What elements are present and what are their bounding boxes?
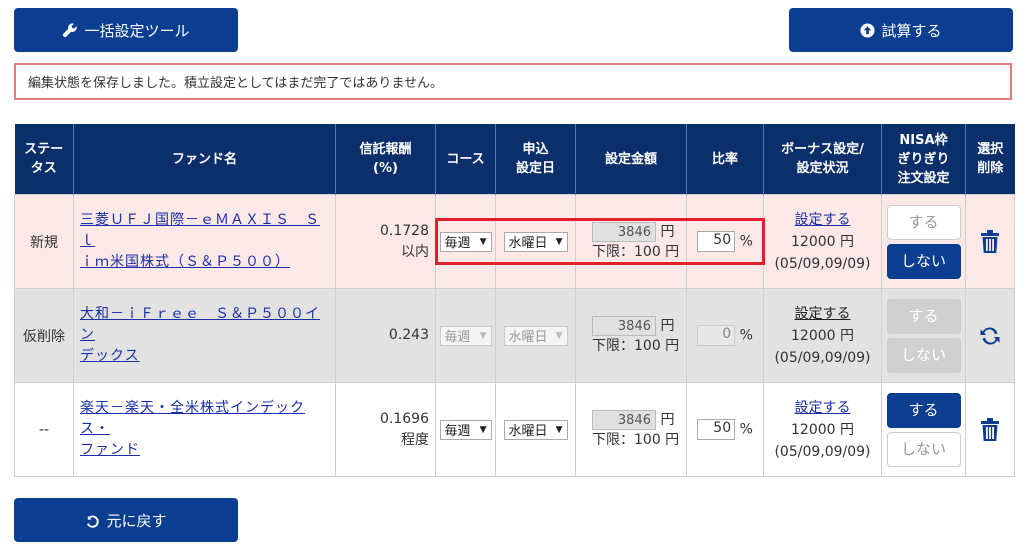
amount-cell: 3846 円 下限：100 円 xyxy=(575,382,687,477)
date-select: 水曜日 ▼ xyxy=(503,325,568,346)
bulk-setting-label: 一括設定ツール xyxy=(84,21,190,40)
date-cell: 水曜日 ▼ xyxy=(495,288,576,383)
course-select: 毎週 ▼ xyxy=(439,325,492,346)
action-cell xyxy=(965,382,1015,477)
trash-icon[interactable] xyxy=(981,417,999,441)
col-header-course: コース xyxy=(435,124,496,195)
calculate-button[interactable]: 試算する xyxy=(789,8,1013,52)
undo-icon xyxy=(85,513,100,528)
course-cell: 毎週 ▼ xyxy=(435,382,496,477)
ratio-input: 0 xyxy=(697,325,736,346)
col-header-amount: 設定金額 xyxy=(575,124,687,195)
bonus-amount: 12000 円 xyxy=(791,327,854,344)
status-cell: -- xyxy=(14,382,74,477)
fee-cell: 0.1728 以内 xyxy=(335,194,436,289)
fund-link[interactable]: 大和－ｉＦｒｅｅ Ｓ＆Ｐ５００イン デックス xyxy=(80,306,320,364)
fund-link[interactable]: 楽天－楽天・全米株式インデックス・ ファンド xyxy=(80,400,305,458)
nisa-cell: する しない xyxy=(881,382,966,477)
col-header-bonus: ボーナス設定/設定状況 xyxy=(763,124,882,195)
action-cell xyxy=(965,194,1015,289)
dropdown-arrow-icon: ▼ xyxy=(479,330,487,341)
amount-cell: 3846 円 下限：100 円 xyxy=(575,288,687,383)
date-cell: 水曜日 ▼ xyxy=(495,382,576,477)
course-cell: 毎週 ▼ xyxy=(435,288,496,383)
ratio-cell: 0 % xyxy=(686,288,764,383)
bonus-amount: 12000 円 xyxy=(791,233,854,250)
dropdown-arrow-icon: ▼ xyxy=(555,330,563,341)
col-header-nisa: NISA枠 ぎりぎり 注文設定 xyxy=(881,124,966,195)
date-select[interactable]: 水曜日 ▼ xyxy=(503,419,568,440)
fund-cell: 三菱ＵＦＪ国際－ｅＭＡＸＩＳ Ｓｌ ｉｍ米国株式（Ｓ＆Ｐ５００） xyxy=(73,194,336,289)
bonus-cell: 設定する 12000 円 (05/09,09/09) xyxy=(763,194,882,289)
fund-cell: 大和－ｉＦｒｅｅ Ｓ＆Ｐ５００イン デックス xyxy=(73,288,336,383)
amount-minimum: 下限：100 円 xyxy=(592,337,680,354)
nisa-on-button[interactable]: する xyxy=(886,392,961,428)
table-header-row: ステー タス ファンド名 信託報酬 (%) コース 申込 設定日 設定金額 比率 ボー… xyxy=(14,124,1015,195)
bonus-dates: (05/09,09/09) xyxy=(774,443,871,460)
dropdown-arrow-icon: ▼ xyxy=(555,424,563,435)
nisa-cell: する しない xyxy=(881,194,966,289)
bonus-dates: (05/09,09/09) xyxy=(774,255,871,272)
col-header-date: 申込 設定日 xyxy=(495,124,576,195)
nisa-cell: する しない xyxy=(881,288,966,383)
bonus-setting-link[interactable]: 設定する xyxy=(795,212,851,228)
nisa-off-button[interactable]: しない xyxy=(886,431,961,467)
calculate-label: 試算する xyxy=(881,21,942,40)
ratio-cell: 50 % xyxy=(686,382,764,477)
highlight-box xyxy=(435,218,765,265)
status-cell: 新規 xyxy=(14,194,74,289)
col-header-ratio: 比率 xyxy=(686,124,764,195)
fee-cell: 0.1696 程度 xyxy=(335,382,436,477)
fund-settings-table: ステー タス ファンド名 信託報酬 (%) コース 申込 設定日 設定金額 比率 ボー… xyxy=(14,124,1015,477)
fee-cell: 0.243 xyxy=(335,288,436,383)
bonus-cell: 設定する 12000 円 (05/09,09/09) xyxy=(763,288,882,383)
col-header-status: ステー タス xyxy=(14,124,74,195)
action-cell xyxy=(965,288,1015,383)
col-header-fee: 信託報酬 (%) xyxy=(335,124,436,195)
col-header-fund: ファンド名 xyxy=(73,124,336,195)
col-header-action: 選択 削除 xyxy=(965,124,1015,195)
bonus-setting-link[interactable]: 設定する xyxy=(795,306,851,322)
bulk-setting-tool-button[interactable]: 一括設定ツール xyxy=(14,8,238,52)
course-select[interactable]: 毎週 ▼ xyxy=(439,419,492,440)
ratio-input[interactable]: 50 xyxy=(697,419,736,440)
bonus-amount: 12000 円 xyxy=(791,421,854,438)
nisa-on-button: する xyxy=(886,298,961,334)
nisa-off-button: しない xyxy=(886,337,961,373)
amount-minimum: 下限：100 円 xyxy=(592,431,680,448)
arrow-up-circle-icon xyxy=(860,22,876,38)
nisa-off-button[interactable]: しない xyxy=(886,243,961,279)
bonus-setting-link[interactable]: 設定する xyxy=(795,400,851,416)
amount-field: 3846 xyxy=(592,315,656,336)
dropdown-arrow-icon: ▼ xyxy=(479,424,487,435)
revert-button[interactable]: 元に戻す xyxy=(14,498,238,542)
revert-label: 元に戻す xyxy=(106,511,167,530)
table-row: 仮削除 大和－ｉＦｒｅｅ Ｓ＆Ｐ５００イン デックス 0.243 毎週 ▼ 水曜日 ▼… xyxy=(14,288,1015,383)
save-notice: 編集状態を保存しました。積立設定としてはまだ完了ではありません。 xyxy=(14,63,1012,100)
status-cell: 仮削除 xyxy=(14,288,74,383)
bonus-cell: 設定する 12000 円 (05/09,09/09) xyxy=(763,382,882,477)
fund-link[interactable]: 三菱ＵＦＪ国際－ｅＭＡＸＩＳ Ｓｌ ｉｍ米国株式（Ｓ＆Ｐ５００） xyxy=(80,212,320,270)
nisa-on-button[interactable]: する xyxy=(886,204,961,240)
fund-cell: 楽天－楽天・全米株式インデックス・ ファンド xyxy=(73,382,336,477)
wrench-icon xyxy=(62,22,78,38)
trash-icon[interactable] xyxy=(981,229,999,253)
restore-icon[interactable] xyxy=(978,326,1002,345)
bonus-dates: (05/09,09/09) xyxy=(774,349,871,366)
amount-field: 3846 xyxy=(592,409,656,430)
table-row: -- 楽天－楽天・全米株式インデックス・ ファンド 0.1696 程度 毎週 ▼ 水曜… xyxy=(14,382,1015,477)
